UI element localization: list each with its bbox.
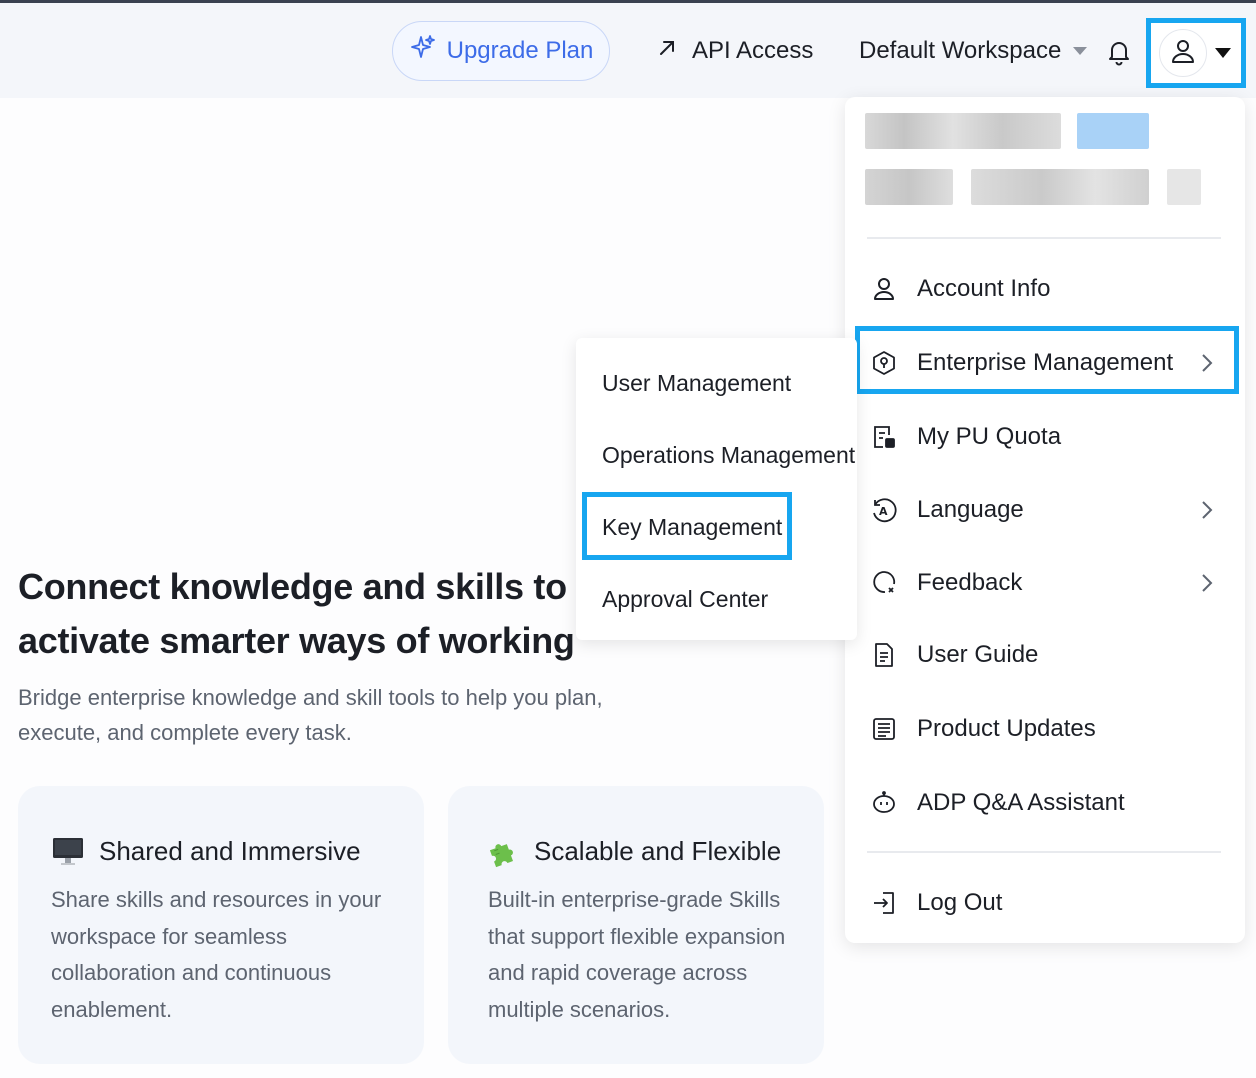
card-header: Shared and Immersive	[51, 834, 361, 868]
puzzle-icon	[486, 834, 520, 868]
quota-icon	[871, 424, 897, 450]
language-icon: A	[871, 497, 897, 523]
robot-icon	[871, 790, 897, 816]
user-dropdown-menu: Account Info Enterprise Management My PU…	[845, 97, 1245, 943]
document-icon	[871, 642, 897, 668]
card-title: Shared and Immersive	[99, 835, 361, 866]
blurred-profile-info	[865, 113, 1205, 205]
submenu-item-approval-center[interactable]: Approval Center	[602, 579, 768, 619]
api-access-label: API Access	[692, 37, 814, 64]
menu-item-log-out[interactable]: Log Out	[845, 873, 1245, 933]
feedback-icon	[871, 570, 897, 596]
user-menu-button[interactable]	[1146, 18, 1246, 88]
menu-item-label: Language	[917, 496, 1024, 523]
card-description: Share skills and resources in your works…	[51, 887, 382, 1022]
api-access-link[interactable]: API Access	[656, 33, 813, 69]
user-icon	[871, 276, 897, 302]
chevron-down-icon	[1215, 48, 1231, 58]
card-title: Scalable and Flexible	[534, 835, 782, 866]
menu-item-account-info[interactable]: Account Info	[845, 259, 1245, 319]
bell-icon[interactable]	[1104, 37, 1134, 67]
menu-item-label: Account Info	[917, 275, 1051, 302]
news-icon	[871, 716, 897, 742]
workspace-selector[interactable]: Default Workspace	[859, 33, 1088, 69]
menu-item-label: ADP Q&A Assistant	[917, 789, 1125, 816]
page-title: Connect knowledge and skills to activate…	[18, 566, 575, 661]
menu-item-pu-quota[interactable]: My PU Quota	[845, 407, 1245, 467]
top-bar: Upgrade Plan API Access Default Workspac…	[0, 3, 1256, 98]
menu-item-label: My PU Quota	[917, 423, 1062, 450]
menu-item-product-updates[interactable]: Product Updates	[845, 699, 1245, 759]
monitor-icon	[51, 834, 85, 868]
avatar	[1159, 29, 1207, 77]
card-description: Built-in enterprise-grade Skills that su…	[488, 887, 786, 1022]
submenu-item-key-management[interactable]: Key Management	[602, 507, 782, 547]
menu-item-label: Log Out	[917, 889, 1003, 916]
menu-divider	[867, 237, 1221, 239]
menu-item-enterprise-management[interactable]: Enterprise Management	[845, 333, 1245, 393]
user-icon	[1170, 38, 1196, 69]
card-header: Scalable and Flexible	[486, 834, 781, 868]
shield-icon	[871, 350, 897, 376]
svg-text:A: A	[879, 505, 888, 518]
menu-item-label: Feedback	[917, 569, 1023, 596]
sparkle-icon	[409, 34, 437, 69]
enterprise-submenu: User Management Operations Management Ke…	[576, 338, 857, 640]
arrow-up-right-icon	[656, 37, 678, 66]
menu-item-label: User Guide	[917, 641, 1039, 668]
workspace-label: Default Workspace	[859, 37, 1062, 64]
feature-card-shared: Shared and Immersive Share skills and re…	[18, 786, 424, 1064]
menu-item-feedback[interactable]: Feedback	[845, 553, 1245, 613]
chevron-right-icon	[1199, 353, 1215, 373]
feature-card-scalable: Scalable and Flexible Built-in enterpris…	[448, 786, 824, 1064]
submenu-item-user-management[interactable]: User Management	[602, 363, 791, 403]
submenu-item-operations-management[interactable]: Operations Management	[602, 435, 855, 475]
menu-item-user-guide[interactable]: User Guide	[845, 625, 1245, 685]
menu-item-adp-assistant[interactable]: ADP Q&A Assistant	[845, 773, 1245, 833]
upgrade-plan-label: Upgrade Plan	[446, 37, 594, 64]
menu-item-language[interactable]: A Language	[845, 480, 1245, 540]
chevron-down-icon	[1073, 47, 1088, 55]
upgrade-plan-button[interactable]: Upgrade Plan	[392, 21, 610, 81]
chevron-right-icon	[1199, 500, 1215, 520]
logout-icon	[871, 890, 897, 916]
menu-item-label: Enterprise Management	[917, 349, 1174, 376]
menu-divider	[867, 851, 1221, 853]
chevron-right-icon	[1199, 573, 1215, 593]
page-subtitle: Bridge enterprise knowledge and skill to…	[18, 685, 603, 745]
menu-item-label: Product Updates	[917, 715, 1096, 742]
